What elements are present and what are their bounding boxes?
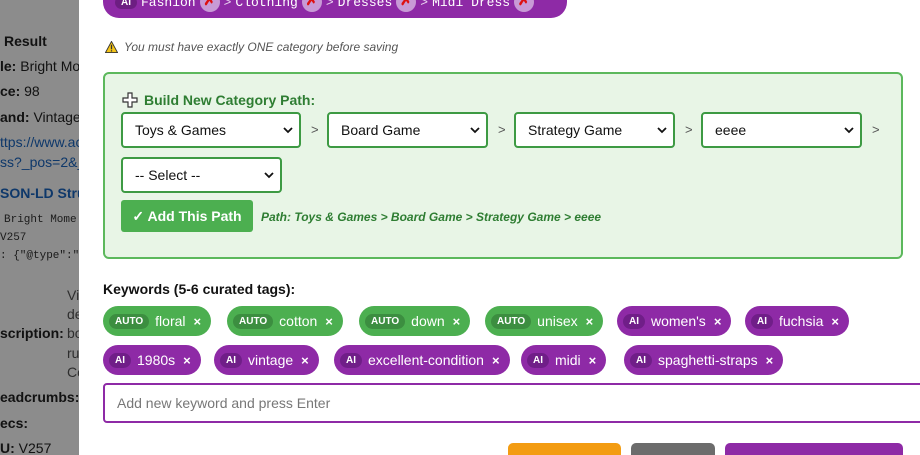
edit-category-modal: AI Fashion ✗ > Clothing ✗ > Dresses ✗ > … [79,0,920,455]
keyword-text: spaghetti-straps [658,352,758,368]
keyword-chip-womens: AI women's × [617,306,732,336]
category-select-level-5[interactable]: -- Select -- [121,157,282,193]
keyword-input-placeholder: Add new keyword and press Enter [117,395,331,411]
keyword-chip-1980s: AI 1980s × [103,345,201,375]
select-value: Toys & Games [135,122,227,138]
keyword-chip-down: AUTO down × [359,306,471,336]
add-path-button[interactable]: ✓ Add This Path [121,200,253,232]
remove-keyword-icon[interactable]: × [301,353,309,368]
path-separator: > [325,0,334,10]
select-value: Strategy Game [528,122,623,138]
path-separator: > [420,0,429,10]
ai-badge: AI [109,352,131,368]
select-separator: > [311,122,319,137]
remove-keyword-icon[interactable]: × [183,353,191,368]
select-value: Board Game [341,122,421,138]
select-separator: > [685,122,693,137]
category-warning: You must have exactly ONE category befor… [105,40,398,54]
purple-action-button[interactable] [725,443,903,455]
keyword-text: fuchsia [779,313,824,329]
ai-badge: AI [630,352,652,368]
select-separator: > [872,122,880,137]
keyword-chip-midi: AI midi × [521,345,607,375]
keyword-chip-floral: AUTO floral × [103,306,212,336]
current-category-path: AI Fashion ✗ > Clothing ✗ > Dresses ✗ > … [103,0,567,18]
ai-badge: AI [340,352,362,368]
remove-keyword-icon[interactable]: × [492,353,500,368]
warning-icon [105,41,118,53]
keyword-text: cotton [279,313,318,329]
keyword-text: midi [555,352,581,368]
remove-segment-icon[interactable]: ✗ [301,0,322,12]
auto-badge: AUTO [491,313,532,329]
gray-action-button[interactable] [631,443,715,455]
ai-badge: AI [751,313,773,329]
select-value: -- Select -- [135,167,201,183]
ai-badge: AI [623,313,645,329]
warning-text: You must have exactly ONE category befor… [124,40,399,54]
keyword-text: 1980s [137,352,176,368]
remove-segment-icon[interactable]: ✗ [199,0,220,12]
remove-keyword-icon[interactable]: × [325,314,333,329]
remove-keyword-icon[interactable]: × [766,353,774,368]
ai-badge: AI [220,352,242,368]
chevron-down-icon [264,172,274,179]
remove-keyword-icon[interactable]: × [194,314,202,329]
path-segment-clothing: Clothing [235,0,298,10]
chevron-down-icon [657,127,667,134]
keyword-chip-cotton: AUTO cotton × [227,306,343,336]
build-path-panel: Build New Category Path: Toys & Games > … [103,72,903,259]
keyword-chip-fuchsia: AI fuchsia × [745,306,849,336]
keyword-text: unisex [537,313,578,329]
remove-segment-icon[interactable]: ✗ [514,0,535,12]
keyword-chip-unisex: AUTO unisex × [485,306,604,336]
remove-keyword-icon[interactable]: × [714,314,722,329]
auto-badge: AUTO [365,313,406,329]
select-value: eeee [715,122,747,138]
category-select-level-4[interactable]: eeee [701,112,862,148]
build-path-title: Build New Category Path: [122,92,315,108]
keyword-text: floral [155,313,186,329]
remove-keyword-icon[interactable]: × [589,353,597,368]
remove-keyword-icon[interactable]: × [453,314,461,329]
chevron-down-icon [844,127,854,134]
category-select-level-1[interactable]: Toys & Games [121,112,301,148]
ai-badge: AI [115,0,137,9]
category-select-level-3[interactable]: Strategy Game [514,112,675,148]
new-keyword-input[interactable]: Add new keyword and press Enter [103,383,920,423]
category-select-level-2[interactable]: Board Game [327,112,488,148]
path-segment-fashion: Fashion [141,0,196,10]
remove-keyword-icon[interactable]: × [586,314,594,329]
remove-segment-icon[interactable]: ✗ [396,0,417,12]
path-segment-dresses: Dresses [337,0,393,10]
keyword-chip-vintage: AI vintage × [214,345,319,375]
auto-badge: AUTO [109,313,150,329]
build-path-title-text: Build New Category Path: [144,92,316,108]
keyword-text: excellent-condition [368,352,484,368]
keyword-chip-excellent-condition: AI excellent-condition × [334,345,510,375]
plus-icon [122,92,138,108]
keyword-text: vintage [248,352,294,368]
keywords-label: Keywords (5-6 curated tags): [103,281,296,297]
auto-badge: AUTO [233,313,274,329]
path-preview: Path: Toys & Games > Board Game > Strate… [261,210,602,224]
keyword-chip-spaghetti-straps: AI spaghetti-straps × [624,345,784,375]
remove-keyword-icon[interactable]: × [831,314,839,329]
path-segment-midi-dress: Midi Dress [432,0,511,10]
ai-badge: AI [527,352,549,368]
select-separator: > [498,122,506,137]
orange-action-button[interactable] [508,443,621,455]
keyword-text: down [411,313,445,329]
path-separator: > [223,0,232,10]
chevron-down-icon [283,127,293,134]
keyword-text: women's [651,313,706,329]
chevron-down-icon [470,127,480,134]
